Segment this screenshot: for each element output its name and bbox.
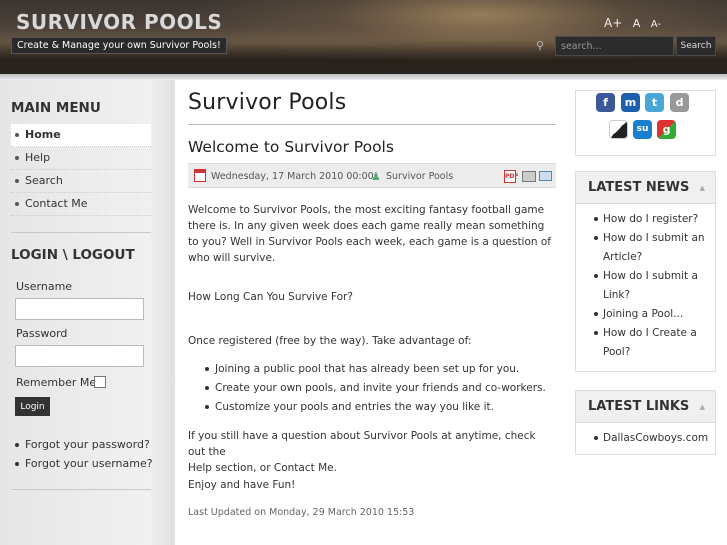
news-item: How do I submit an Article? — [594, 229, 715, 267]
features-list: Joining a public pool that has already b… — [204, 361, 554, 418]
question-text-mid: section, or — [211, 462, 274, 474]
digg-icon[interactable]: d — [670, 93, 689, 112]
news-item: How do I submit a Link? — [594, 267, 715, 305]
font-decrease-button[interactable]: A- — [651, 19, 661, 30]
password-label: Password — [16, 327, 68, 340]
contact-link[interactable]: Contact Me — [274, 462, 334, 474]
login-button[interactable]: Login — [15, 397, 50, 416]
font-size-controls: A+ A A- — [604, 16, 668, 30]
google-icon[interactable]: g — [657, 120, 676, 139]
site-title[interactable]: SURVIVOR POOLS — [16, 10, 222, 34]
site-tagline: Create & Manage your own Survivor Pools! — [11, 37, 227, 54]
question-text: If you still have a question about Survi… — [188, 430, 536, 458]
registered-paragraph: Once registered (free by the way). Take … — [188, 335, 472, 347]
twitter-icon[interactable]: t — [645, 93, 664, 112]
password-field[interactable] — [15, 345, 144, 367]
external-link[interactable]: DallasCowboys.com — [603, 432, 708, 444]
intro-paragraph: Welcome to Survivor Pools, the most exci… — [188, 204, 552, 264]
latest-links-header: LATEST LINKS ▲ — [576, 391, 715, 423]
calendar-icon — [194, 169, 206, 182]
email-icon[interactable] — [539, 171, 552, 181]
social-bookmarks: f m t d su g — [575, 90, 716, 156]
closing-paragraph: Enjoy and have Fun! — [188, 479, 296, 491]
search-input[interactable] — [555, 36, 674, 56]
article-author: Survivor Pools — [386, 171, 454, 182]
font-reset-button[interactable]: A — [633, 17, 641, 30]
menu-item-help[interactable]: Help — [11, 147, 151, 170]
article-meta: Wednesday, 17 March 2010 00:00 ♟ Survivo… — [188, 163, 556, 188]
news-link[interactable]: How do I submit an Article? — [603, 232, 705, 263]
font-increase-button[interactable]: A+ — [604, 16, 622, 30]
survive-question: How Long Can You Survive For? — [188, 291, 353, 303]
delicious-icon[interactable] — [609, 120, 628, 139]
login-help-links: Forgot your password? Forgot your userna… — [14, 437, 153, 475]
page-title: Survivor Pools — [188, 90, 347, 115]
main-menu-title: MAIN MENU — [11, 100, 101, 116]
news-item: How do I register? — [594, 210, 715, 229]
sidebar-divider — [11, 232, 151, 233]
login-title: LOGIN \ LOGOUT — [11, 247, 135, 263]
list-item: Joining a public pool that has already b… — [204, 361, 554, 380]
username-label: Username — [16, 280, 73, 293]
username-field[interactable] — [15, 298, 144, 320]
title-rule — [188, 124, 556, 125]
latest-news-title: LATEST NEWS — [588, 180, 690, 195]
news-link[interactable]: How do I Create a Pool? — [603, 327, 697, 358]
forgot-username-link[interactable]: Forgot your username? — [25, 457, 153, 470]
stumbleupon-icon[interactable]: su — [633, 120, 652, 139]
author-icon: ♟ — [371, 170, 381, 183]
forgot-password-item: Forgot your password? — [14, 437, 153, 456]
news-link[interactable]: How do I register? — [603, 213, 698, 225]
latest-links-title: LATEST LINKS — [588, 399, 690, 414]
latest-news-header: LATEST NEWS ▲ — [576, 172, 715, 204]
news-link[interactable]: How do I submit a Link? — [603, 270, 698, 301]
collapse-icon[interactable]: ▲ — [700, 391, 705, 423]
remember-me-label: Remember Me — [16, 376, 97, 389]
latest-links-list: DallasCowboys.com — [576, 423, 715, 454]
pdf-icon[interactable]: PDF — [504, 170, 518, 183]
link-item: DallasCowboys.com — [594, 429, 715, 448]
forgot-password-link[interactable]: Forgot your password? — [25, 438, 150, 451]
list-item: Create your own pools, and invite your f… — [204, 380, 554, 399]
remember-me-checkbox[interactable] — [94, 376, 106, 388]
latest-news-box: LATEST NEWS ▲ How do I register? How do I… — [575, 171, 716, 372]
question-text-end: . — [333, 462, 337, 474]
forgot-username-item: Forgot your username? — [14, 456, 153, 475]
print-icon[interactable] — [522, 171, 536, 182]
main-menu: Home Help Search Contact Me — [11, 124, 151, 216]
news-item: How do I Create a Pool? — [594, 324, 715, 362]
menu-item-search[interactable]: Search — [11, 170, 151, 193]
search-icon: ⚲ — [536, 39, 545, 52]
myspace-icon[interactable]: m — [621, 93, 640, 112]
news-item: Joining a Pool... — [594, 305, 715, 324]
collapse-icon[interactable]: ▲ — [700, 172, 705, 204]
article-title[interactable]: Welcome to Survivor Pools — [188, 138, 394, 156]
menu-item-contact[interactable]: Contact Me — [11, 193, 151, 216]
news-link[interactable]: Joining a Pool... — [603, 308, 683, 320]
latest-links-box: LATEST LINKS ▲ DallasCowboys.com — [575, 390, 716, 455]
help-link[interactable]: Help — [188, 462, 212, 474]
latest-news-list: How do I register? How do I submit an Ar… — [576, 204, 715, 368]
menu-item-home[interactable]: Home — [11, 124, 151, 147]
list-item: Customize your pools and entries the way… — [204, 399, 554, 418]
last-updated: Last Updated on Monday, 29 March 2010 15… — [188, 507, 415, 518]
search-button[interactable]: Search — [676, 36, 716, 56]
site-header: SURVIVOR POOLS Create & Manage your own … — [0, 0, 727, 74]
sidebar-divider-bottom — [11, 489, 151, 490]
question-paragraph: If you still have a question about Survi… — [188, 428, 556, 476]
facebook-icon[interactable]: f — [596, 93, 615, 112]
article-date: Wednesday, 17 March 2010 00:00 — [211, 171, 374, 182]
